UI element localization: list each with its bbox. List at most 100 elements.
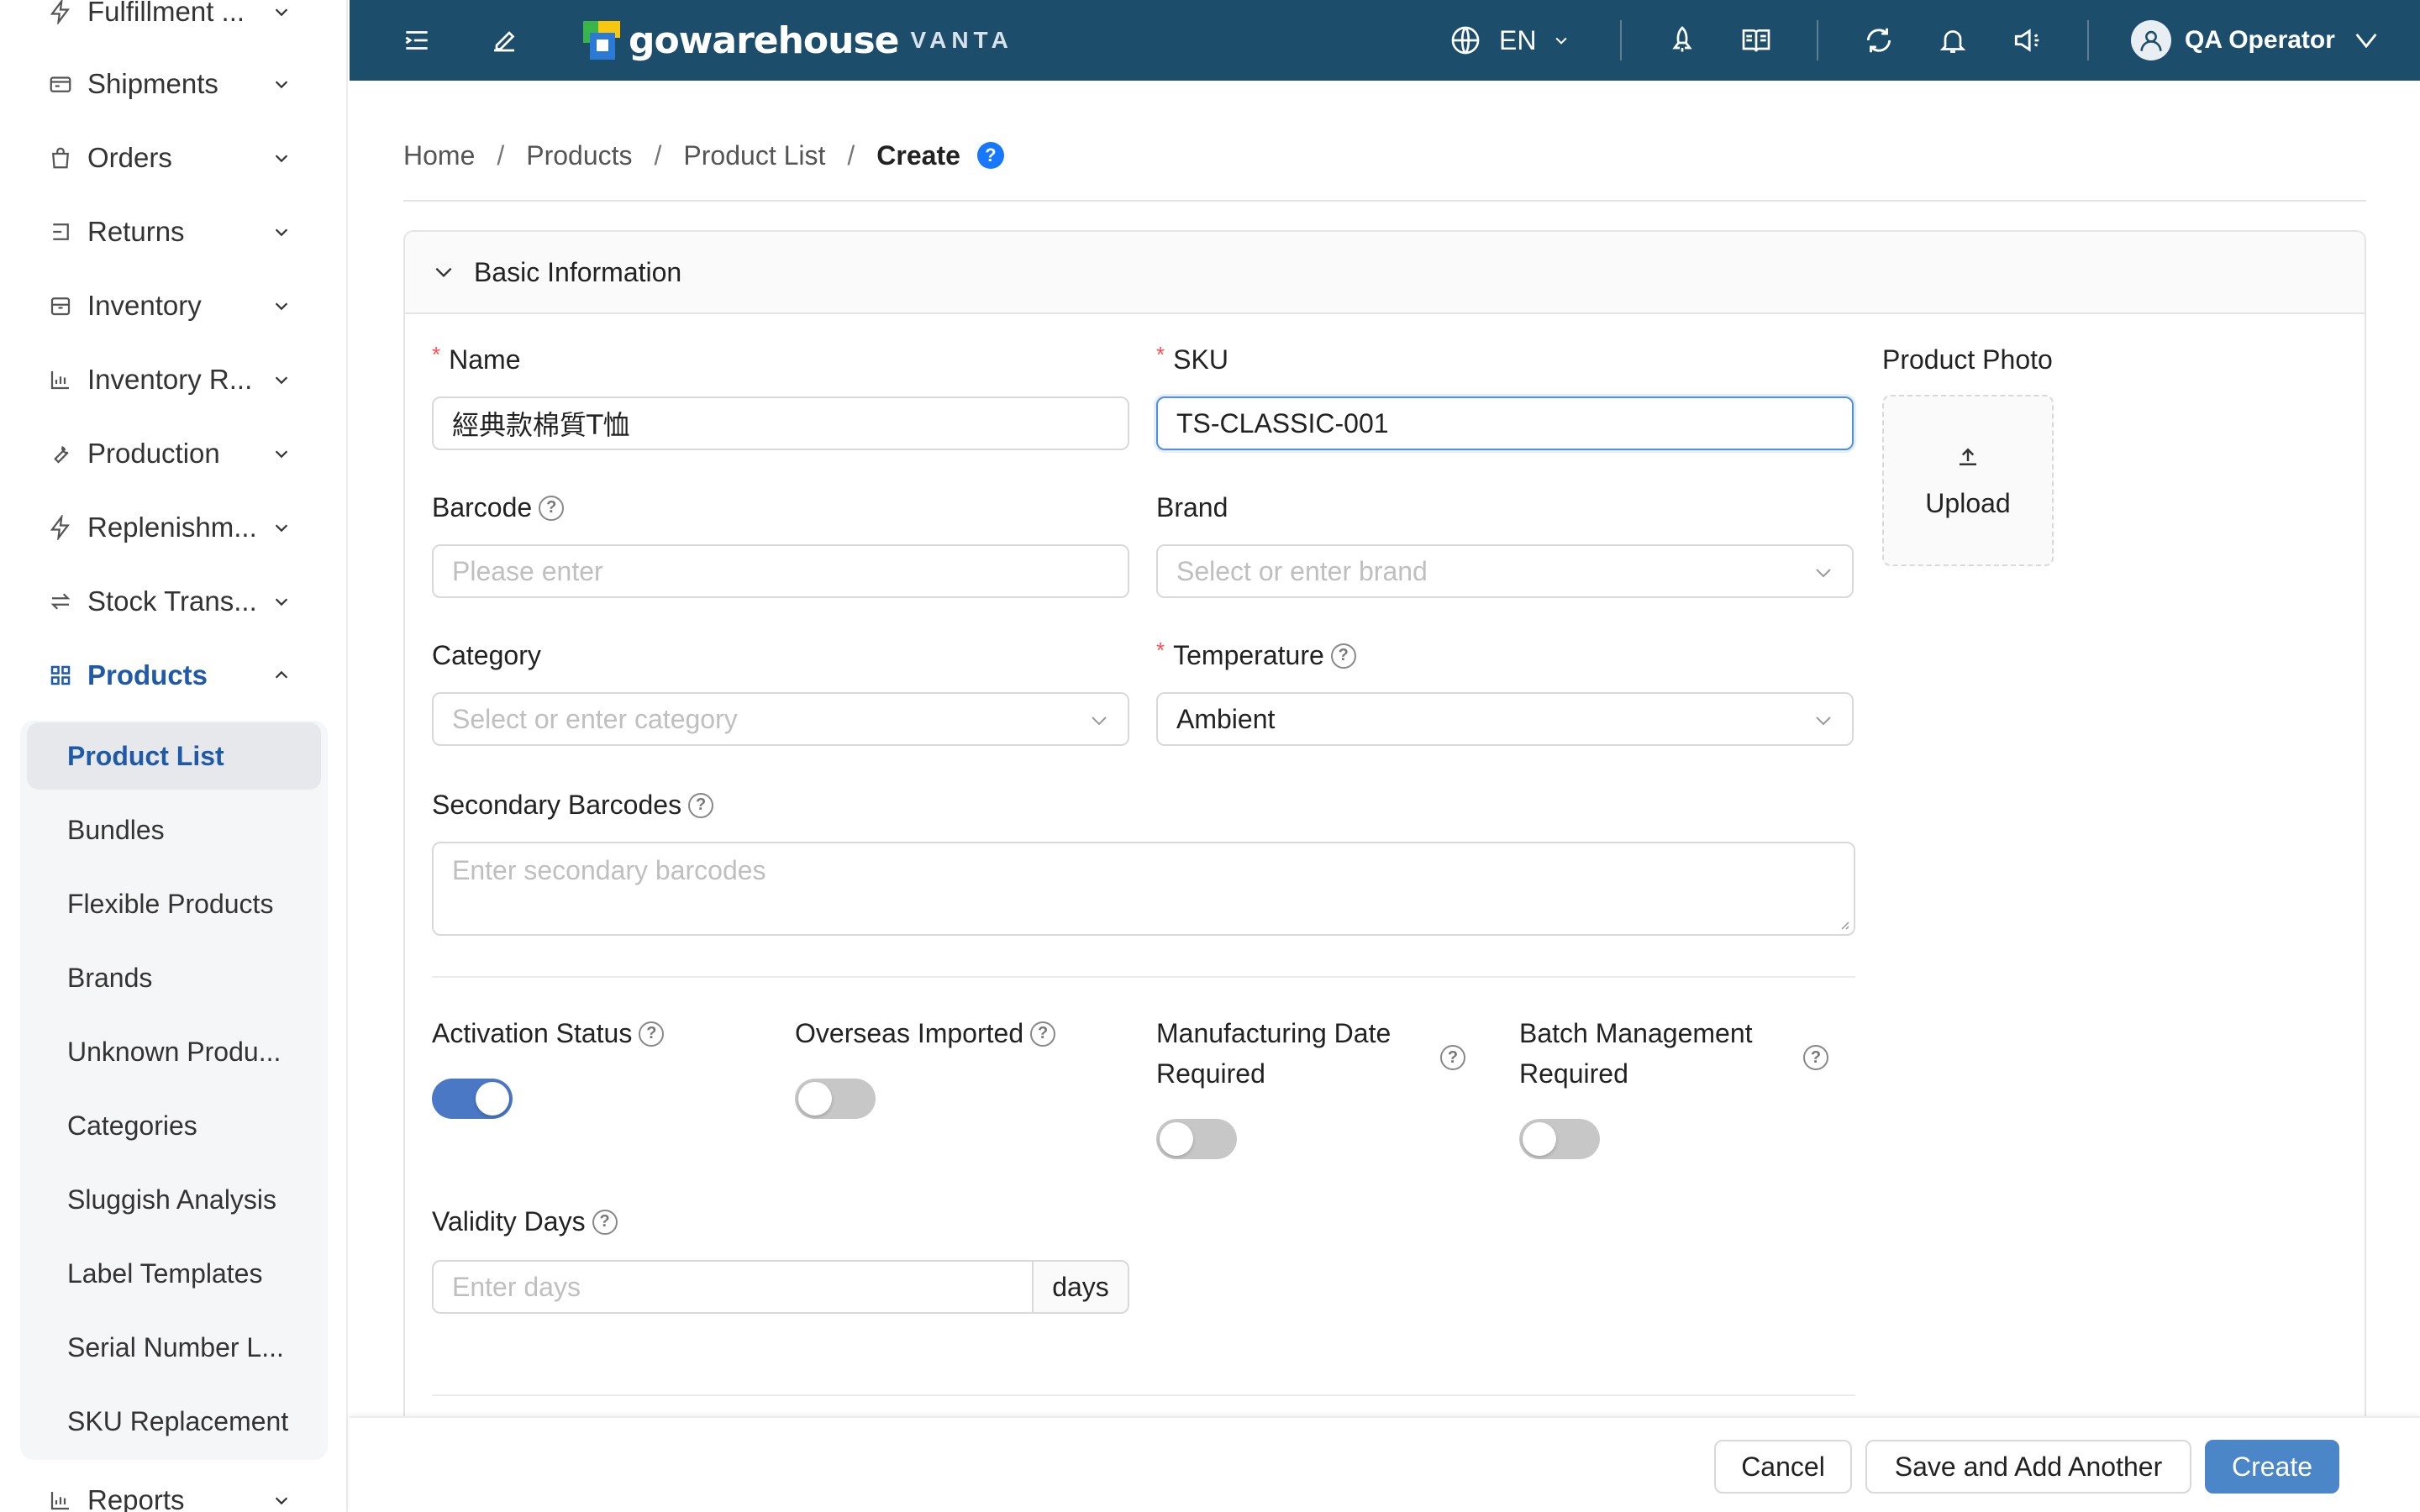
validity-days-input[interactable]: Enter days bbox=[432, 1260, 1034, 1314]
overseas-imported-toggle[interactable] bbox=[795, 1079, 876, 1119]
logo-sub-text: VANTA bbox=[910, 27, 1013, 53]
breadcrumb-product-list[interactable]: Product List bbox=[683, 140, 825, 171]
photo-upload[interactable]: Upload bbox=[1882, 395, 2054, 566]
question-icon[interactable]: ? bbox=[539, 495, 565, 521]
announcement-icon[interactable] bbox=[2007, 20, 2047, 60]
question-icon[interactable]: ? bbox=[1803, 1045, 1828, 1070]
avatar bbox=[2131, 20, 2171, 60]
section-title: Basic Information bbox=[474, 256, 682, 287]
chevron-down-icon bbox=[269, 145, 294, 171]
edit-icon[interactable] bbox=[484, 20, 524, 60]
book-icon[interactable] bbox=[1736, 20, 1776, 60]
sidebar-item-shipments[interactable]: Shipments bbox=[0, 47, 346, 121]
save-and-add-another-button[interactable]: Save and Add Another bbox=[1865, 1440, 2191, 1494]
submenu-serial-number[interactable]: Serial Number L... bbox=[27, 1314, 321, 1381]
sidebar-item-returns[interactable]: Returns bbox=[0, 195, 346, 269]
sidebar-item-production[interactable]: Production bbox=[0, 417, 346, 491]
bar-chart-icon bbox=[47, 1487, 74, 1512]
sidebar-item-stock-transfer[interactable]: Stock Trans... bbox=[0, 564, 346, 638]
batch-management-required-toggle[interactable] bbox=[1519, 1119, 1600, 1159]
cancel-button[interactable]: Cancel bbox=[1714, 1440, 1852, 1494]
temperature-select[interactable]: Ambient bbox=[1156, 692, 1854, 746]
chevron-down-icon bbox=[269, 367, 294, 392]
activation-status-label: Activation Status? bbox=[432, 1018, 665, 1049]
barcode-input[interactable]: Please enter bbox=[432, 544, 1129, 598]
submenu-flexible-products[interactable]: Flexible Products bbox=[27, 870, 321, 937]
question-icon[interactable]: ? bbox=[1030, 1021, 1056, 1047]
form-divider bbox=[432, 976, 1855, 978]
sidebar-item-inventory-reports[interactable]: Inventory R... bbox=[0, 343, 346, 417]
menu-fold-icon[interactable] bbox=[397, 20, 437, 60]
brand-placeholder: Select or enter brand bbox=[1176, 555, 1428, 586]
user-menu[interactable]: QA Operator bbox=[2131, 17, 2381, 64]
sidebar-item-label: Inventory bbox=[87, 290, 202, 321]
overseas-imported-label: Overseas Imported? bbox=[795, 1018, 1056, 1049]
validity-days-label-text: Validity Days bbox=[432, 1206, 586, 1236]
language-selector[interactable]: EN bbox=[1449, 20, 1570, 60]
submenu-label: Label Templates bbox=[67, 1257, 263, 1289]
temperature-value: Ambient bbox=[1176, 703, 1276, 734]
question-icon[interactable]: ? bbox=[639, 1021, 665, 1047]
refresh-icon[interactable] bbox=[1859, 20, 1899, 60]
barcode-label-text: Barcode bbox=[432, 492, 533, 522]
question-icon[interactable]: ? bbox=[592, 1209, 618, 1235]
breadcrumb-separator: / bbox=[497, 139, 505, 171]
mfg-date-required-toggle[interactable] bbox=[1156, 1119, 1237, 1159]
submenu-unknown-products[interactable]: Unknown Produ... bbox=[27, 1018, 321, 1085]
truck-icon bbox=[47, 71, 74, 97]
submenu-label-templates[interactable]: Label Templates bbox=[27, 1240, 321, 1307]
rocket-icon[interactable] bbox=[1662, 20, 1702, 60]
sidebar-item-reports[interactable]: Reports bbox=[0, 1463, 346, 1512]
question-icon[interactable]: ? bbox=[1440, 1045, 1465, 1070]
category-select[interactable]: Select or enter category bbox=[432, 692, 1129, 746]
brand-label: Brand bbox=[1156, 492, 1228, 522]
submenu-categories[interactable]: Categories bbox=[27, 1092, 321, 1159]
app-logo[interactable]: gowarehouse VANTA bbox=[583, 15, 1013, 66]
basic-info-header[interactable]: Basic Information bbox=[405, 232, 2365, 314]
sidebar-item-label: Replenishm... bbox=[87, 512, 257, 543]
submenu-label: Bundles bbox=[67, 814, 165, 845]
create-button[interactable]: Create bbox=[2205, 1440, 2339, 1494]
submenu-brands[interactable]: Brands bbox=[27, 944, 321, 1011]
submenu-sluggish-analysis[interactable]: Sluggish Analysis bbox=[27, 1166, 321, 1233]
help-icon[interactable]: ? bbox=[976, 142, 1004, 169]
secondary-barcodes-textarea[interactable]: Enter secondary barcodes bbox=[432, 842, 1855, 936]
sidebar-item-orders[interactable]: Orders bbox=[0, 121, 346, 195]
category-label: Category bbox=[432, 640, 541, 670]
sku-value: TS-CLASSIC-001 bbox=[1176, 407, 1389, 438]
question-icon[interactable]: ? bbox=[1330, 643, 1356, 669]
sidebar-item-products[interactable]: Products bbox=[0, 638, 346, 712]
chevron-down-icon bbox=[269, 219, 294, 244]
name-label: * Name bbox=[432, 342, 520, 375]
required-mark: * bbox=[432, 342, 441, 367]
chevron-down-icon bbox=[1553, 32, 1570, 49]
submenu-label: SKU Replacement bbox=[67, 1405, 289, 1436]
question-icon[interactable]: ? bbox=[688, 792, 714, 818]
breadcrumb-divider bbox=[403, 200, 2366, 202]
sidebar-item-label: Returns bbox=[87, 216, 185, 247]
upload-icon bbox=[1954, 443, 1982, 471]
submenu-label: Categories bbox=[67, 1110, 197, 1141]
breadcrumb-home[interactable]: Home bbox=[403, 140, 475, 171]
required-mark: * bbox=[1156, 342, 1165, 367]
resize-handle-icon[interactable] bbox=[1837, 917, 1850, 931]
breadcrumb-products[interactable]: Products bbox=[526, 140, 632, 171]
sku-input[interactable]: TS-CLASSIC-001 bbox=[1156, 396, 1854, 450]
name-input[interactable]: 經典款棉質T恤 bbox=[432, 396, 1129, 450]
grid-icon bbox=[47, 662, 74, 689]
mfg-date-label-line2: Required bbox=[1156, 1058, 1265, 1089]
submenu-bundles[interactable]: Bundles bbox=[27, 796, 321, 864]
brand-select[interactable]: Select or enter brand bbox=[1156, 544, 1854, 598]
submenu-sku-replacement[interactable]: SKU Replacement bbox=[27, 1388, 321, 1455]
sidebar-item-inventory[interactable]: Inventory bbox=[0, 269, 346, 343]
sku-label-text: SKU bbox=[1173, 344, 1228, 375]
submenu-product-list[interactable]: Product List bbox=[27, 722, 321, 790]
breadcrumb-separator: / bbox=[847, 139, 855, 171]
bolt-icon bbox=[47, 0, 74, 25]
sidebar-item-fulfillment[interactable]: Fulfillment ... bbox=[0, 0, 346, 49]
sidebar-item-replenishment[interactable]: Replenishm... bbox=[0, 491, 346, 564]
bell-icon[interactable] bbox=[1933, 20, 1973, 60]
temperature-label-text: Temperature bbox=[1173, 640, 1324, 670]
activation-status-toggle[interactable] bbox=[432, 1079, 513, 1119]
logo-mark-icon bbox=[583, 21, 620, 60]
